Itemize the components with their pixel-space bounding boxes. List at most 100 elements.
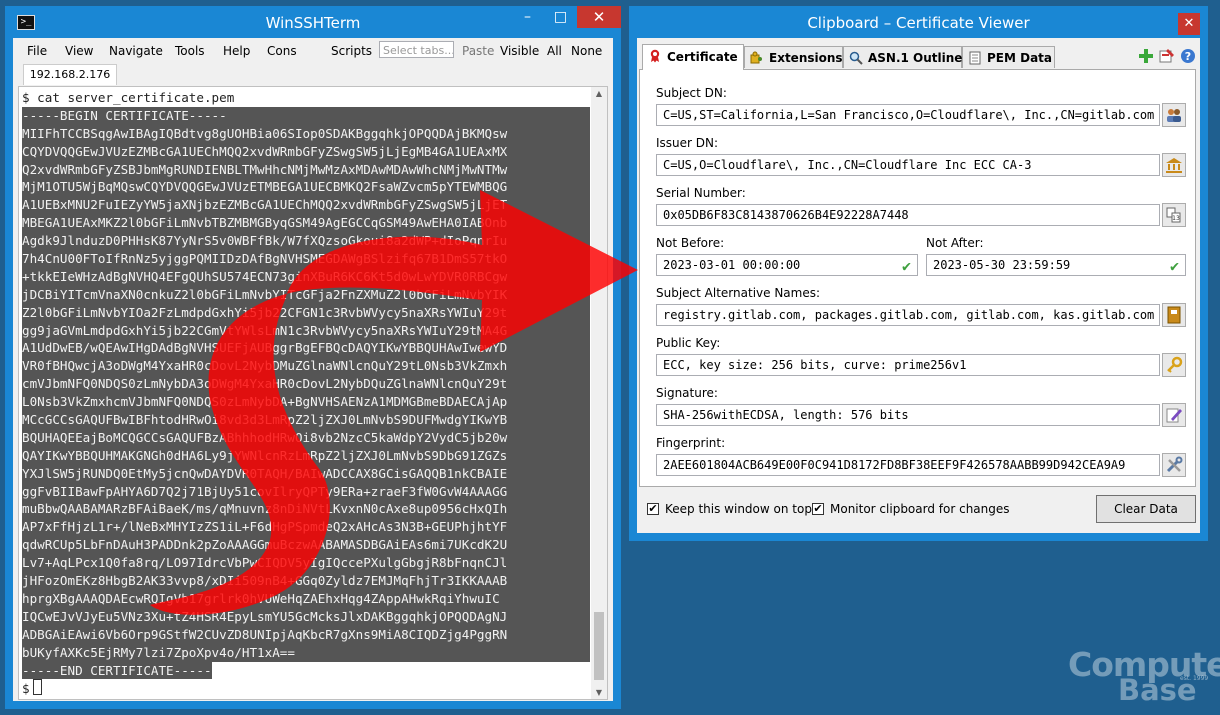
san-field[interactable]: registry.gitlab.com, packages.gitlab.com… — [656, 304, 1160, 326]
scrollbar-thumb[interactable] — [594, 612, 604, 680]
cert-line-text: ADBGAiEAwi6Vb6Orp9GStfW2CUvZD8UNIpjAqKbc… — [22, 625, 590, 644]
add-icon[interactable] — [1138, 48, 1154, 64]
monitor-clipboard-checkbox[interactable]: ✔ — [812, 503, 824, 515]
tab-extensions[interactable]: Extensions — [744, 46, 843, 68]
menu-tools[interactable]: Tools — [175, 44, 205, 58]
valid-check-icon: ✔ — [901, 257, 911, 275]
scripts-button[interactable]: Scripts — [331, 44, 372, 58]
not-after-value: 2023-05-30 23:59:59 — [933, 258, 1071, 272]
cert-line-text: 7h4CnU00FToIfRnNz5yjggPQMIIDzDAfBgNVHSME… — [22, 250, 590, 268]
not-before-field[interactable]: 2023-03-01 00:00:00 ✔ — [656, 254, 918, 276]
viewer-close-button[interactable]: ✕ — [1178, 13, 1200, 35]
cert-line-text: jHFozOmEKz8HbgB2AK33vvp8/xDIi509nB4+GGq0… — [22, 572, 590, 590]
cert-line: AP7xFfHjzL1r+/lNeBxMHYIzZS1iL+F6dHgPSpmd… — [22, 518, 590, 537]
minimize-button[interactable]: – — [511, 6, 544, 28]
issuer-details-button[interactable] — [1162, 153, 1186, 177]
fingerprint-field[interactable]: 2AEE601804ACB649E00F0C941D8172FD8BF38EEF… — [656, 454, 1160, 476]
visible-button[interactable]: Visible — [500, 44, 539, 58]
issuer-dn-field[interactable]: C=US,O=Cloudflare\, Inc.,CN=Cloudflare I… — [656, 154, 1160, 176]
cert-line: Q2xvdWRmbGFyZSBJbmMgRUNDIENBLTMwHhcNMjMw… — [22, 160, 590, 179]
tab-pem-data[interactable]: PEM Data — [962, 46, 1055, 68]
cert-line: +tkkEIeWHzAdBgNVHQ4EFgQUhSU574ECN73ginXB… — [22, 267, 590, 286]
cert-line: MjM1OTU5WjBqMQswCQYDVQQGEwJVUzETMBEGA1UE… — [22, 178, 590, 197]
cert-line-text: L0Nsb3VkZmxhcmVJbmNFQ0NDQS0zLmNybDA+BgNV… — [22, 393, 590, 412]
terminal-titlebar[interactable]: >_ WinSSHTerm – □ ✕ — [5, 6, 621, 38]
tools-icon — [1166, 456, 1183, 473]
document-icon — [969, 51, 981, 65]
cert-line: qdwRCUp5LbFnDAuH3PADDnk2pZoAAAGGmuBczwAA… — [22, 536, 590, 555]
menu-navigate[interactable]: Navigate — [109, 44, 163, 58]
valid-check-icon: ✔ — [1169, 257, 1179, 275]
cert-line-text: Agdk9JlnduzD0PHHsK87YyNrS5v0WBFfBk/W7fXQ… — [22, 232, 590, 251]
close-button[interactable]: ✕ — [577, 6, 621, 28]
certificate-selection[interactable]: -----BEGIN CERTIFICATE----- MIIFhTCCBSqgA… — [22, 106, 590, 680]
scroll-down-arrow-icon[interactable]: ▼ — [591, 688, 607, 697]
paste-button[interactable]: Paste — [462, 44, 494, 58]
cert-line-text: +tkkEIeWHzAdBgNVHQ4EFgQUhSU574ECN73ginXB… — [22, 267, 590, 286]
computerbase-watermark: Computer Base est. 1999 — [1062, 645, 1220, 711]
cert-line-text: A1UdDwEB/wQEAwIHgDAdBgNVHSUEFjAUBggrBgEF… — [22, 339, 590, 358]
subject-details-button[interactable] — [1162, 103, 1186, 127]
tab-extensions-label: Extensions — [769, 51, 843, 65]
not-after-field[interactable]: 2023-05-30 23:59:59 ✔ — [926, 254, 1186, 276]
all-button[interactable]: All — [547, 44, 562, 58]
cert-line-text: CQYDVQQGEwJVUzEZMBcGA1UEChMQQ2xvdWRmbGFy… — [22, 142, 590, 161]
san-list-button[interactable] — [1162, 303, 1186, 327]
svg-text:?: ? — [1185, 50, 1191, 63]
cert-line-text: MCcGCCsGAQUFBwIBFhtodHRwOi8vd3d3LmRpZ2lj… — [22, 411, 590, 429]
people-icon — [1167, 109, 1181, 122]
maximize-button[interactable]: □ — [544, 6, 577, 28]
tab-certificate-label: Certificate — [667, 50, 738, 64]
terminal-window: >_ WinSSHTerm – □ ✕ File View Navigate T… — [5, 6, 621, 709]
keep-on-top-checkbox[interactable]: ✔ — [647, 503, 659, 515]
cert-line: 7h4CnU00FToIfRnNz5yjggPQMIIDzDAfBgNVHSME… — [22, 250, 590, 268]
serial-number-field[interactable]: 0x05DB6F83C8143870626B4E92228A7448 — [656, 204, 1160, 226]
cert-line-text: MjM1OTU5WjBqMQswCQYDVQQGEwJVUzETMBEGA1UE… — [22, 178, 590, 197]
host-tab[interactable]: 192.168.2.176 — [23, 64, 117, 85]
cert-line-text: qdwRCUp5LbFnDAuH3PADDnk2pZoAAAGGmuBczwAA… — [22, 536, 590, 555]
cert-line-text: VR0fBHQwcjA3oDWgM4YxaHR0cDovL2NybDMuZGln… — [22, 357, 590, 376]
signature-field[interactable]: SHA-256withECDSA, length: 576 bits — [656, 404, 1160, 426]
clear-data-button[interactable]: Clear Data — [1096, 495, 1196, 523]
cert-line-text: -----END CERTIFICATE----- — [22, 661, 212, 680]
menu-file[interactable]: File — [27, 44, 47, 58]
public-key-button[interactable] — [1162, 353, 1186, 377]
tab-certificate[interactable]: Certificate — [642, 44, 744, 70]
cert-line-text: jDCBiYITcmVnaXN0cnkuZ2l0bGFiLmNvbYITcGFj… — [22, 285, 590, 304]
menu-view[interactable]: View — [65, 44, 93, 58]
cert-line: A1UdDwEB/wQEAwIHgDAdBgNVHSUEFjAUBggrBgEF… — [22, 339, 590, 358]
tab-asn1-label: ASN.1 Outline — [868, 51, 963, 65]
menu-help[interactable]: Help — [223, 44, 250, 58]
subject-dn-field[interactable]: C=US,ST=California,L=San Francisco,O=Clo… — [656, 104, 1160, 126]
sign-pen-icon — [1166, 408, 1182, 423]
serial-format-button[interactable]: 13 — [1162, 203, 1186, 227]
cert-line-text: Q2xvdWRmbGFyZSBJbmMgRUNDIENBLTMwHhcNMjMw… — [22, 160, 590, 179]
cert-line-text: -----BEGIN CERTIFICATE----- — [22, 106, 590, 125]
public-key-field[interactable]: ECC, key size: 256 bits, curve: prime256… — [656, 354, 1160, 376]
none-button[interactable]: None — [571, 44, 602, 58]
fingerprint-label: Fingerprint: — [656, 436, 726, 450]
cert-line: Agdk9JlnduzD0PHHsK87YyNrS5v0WBFfBk/W7fXQ… — [22, 232, 590, 251]
input-prompt[interactable]: $ — [22, 679, 590, 697]
command-line: $ cat server_certificate.pem — [22, 90, 235, 105]
cert-line: jHFozOmEKz8HbgB2AK33vvp8/xDIi509nB4+GGq0… — [22, 572, 590, 590]
cert-line: BQUHAQEEajBoMCQGCCsGAQUFBzABhhhodHRwOi8v… — [22, 428, 590, 447]
tab-asn1-outline[interactable]: ASN.1 Outline — [843, 46, 962, 68]
cert-line-text: MIIFhTCCBSqgAwIBAgIQBdtvg8gUOHBia06SIop0… — [22, 124, 590, 143]
cert-line: hprgXBgAAAQDAEcwRQIgVb17grlrk0hVUWeHqZAE… — [22, 589, 590, 608]
viewer-title: Clipboard – Certificate Viewer — [807, 14, 1030, 32]
help-icon[interactable]: ? — [1180, 48, 1196, 64]
menu-cons[interactable]: Cons — [267, 44, 297, 58]
cert-line-text: cmVJbmNFQ0NDQS0zLmNybDA3oDWgM4YxaHR0cDov… — [22, 375, 590, 394]
terminal-screen[interactable]: $ cat server_certificate.pem -----BEGIN … — [18, 86, 608, 700]
select-tabs-dropdown[interactable]: Select tabs... — [379, 41, 454, 58]
cert-line-text: Z2l0bGFiLmNvbYIOa2FzLmdpdGxhYi5jb22CFGN1… — [22, 303, 590, 322]
export-icon[interactable] — [1159, 48, 1175, 64]
cert-line: QAYIKwYBBQUHMAKGNGh0dHA6Ly9jYWNlcnRzLmRp… — [22, 446, 590, 465]
fingerprint-button[interactable] — [1162, 453, 1186, 477]
scroll-up-arrow-icon[interactable]: ▲ — [591, 89, 607, 98]
cert-line: VR0fBHQwcjA3oDWgM4YxaHR0cDovL2NybDMuZGln… — [22, 357, 590, 376]
cert-line: bUKyfAXKc5EjRMy7lzi7ZpoXpv4o/HT1xA== — [22, 643, 590, 662]
signature-button[interactable] — [1162, 403, 1186, 427]
terminal-scrollbar[interactable]: ▲ ▼ — [591, 87, 607, 699]
